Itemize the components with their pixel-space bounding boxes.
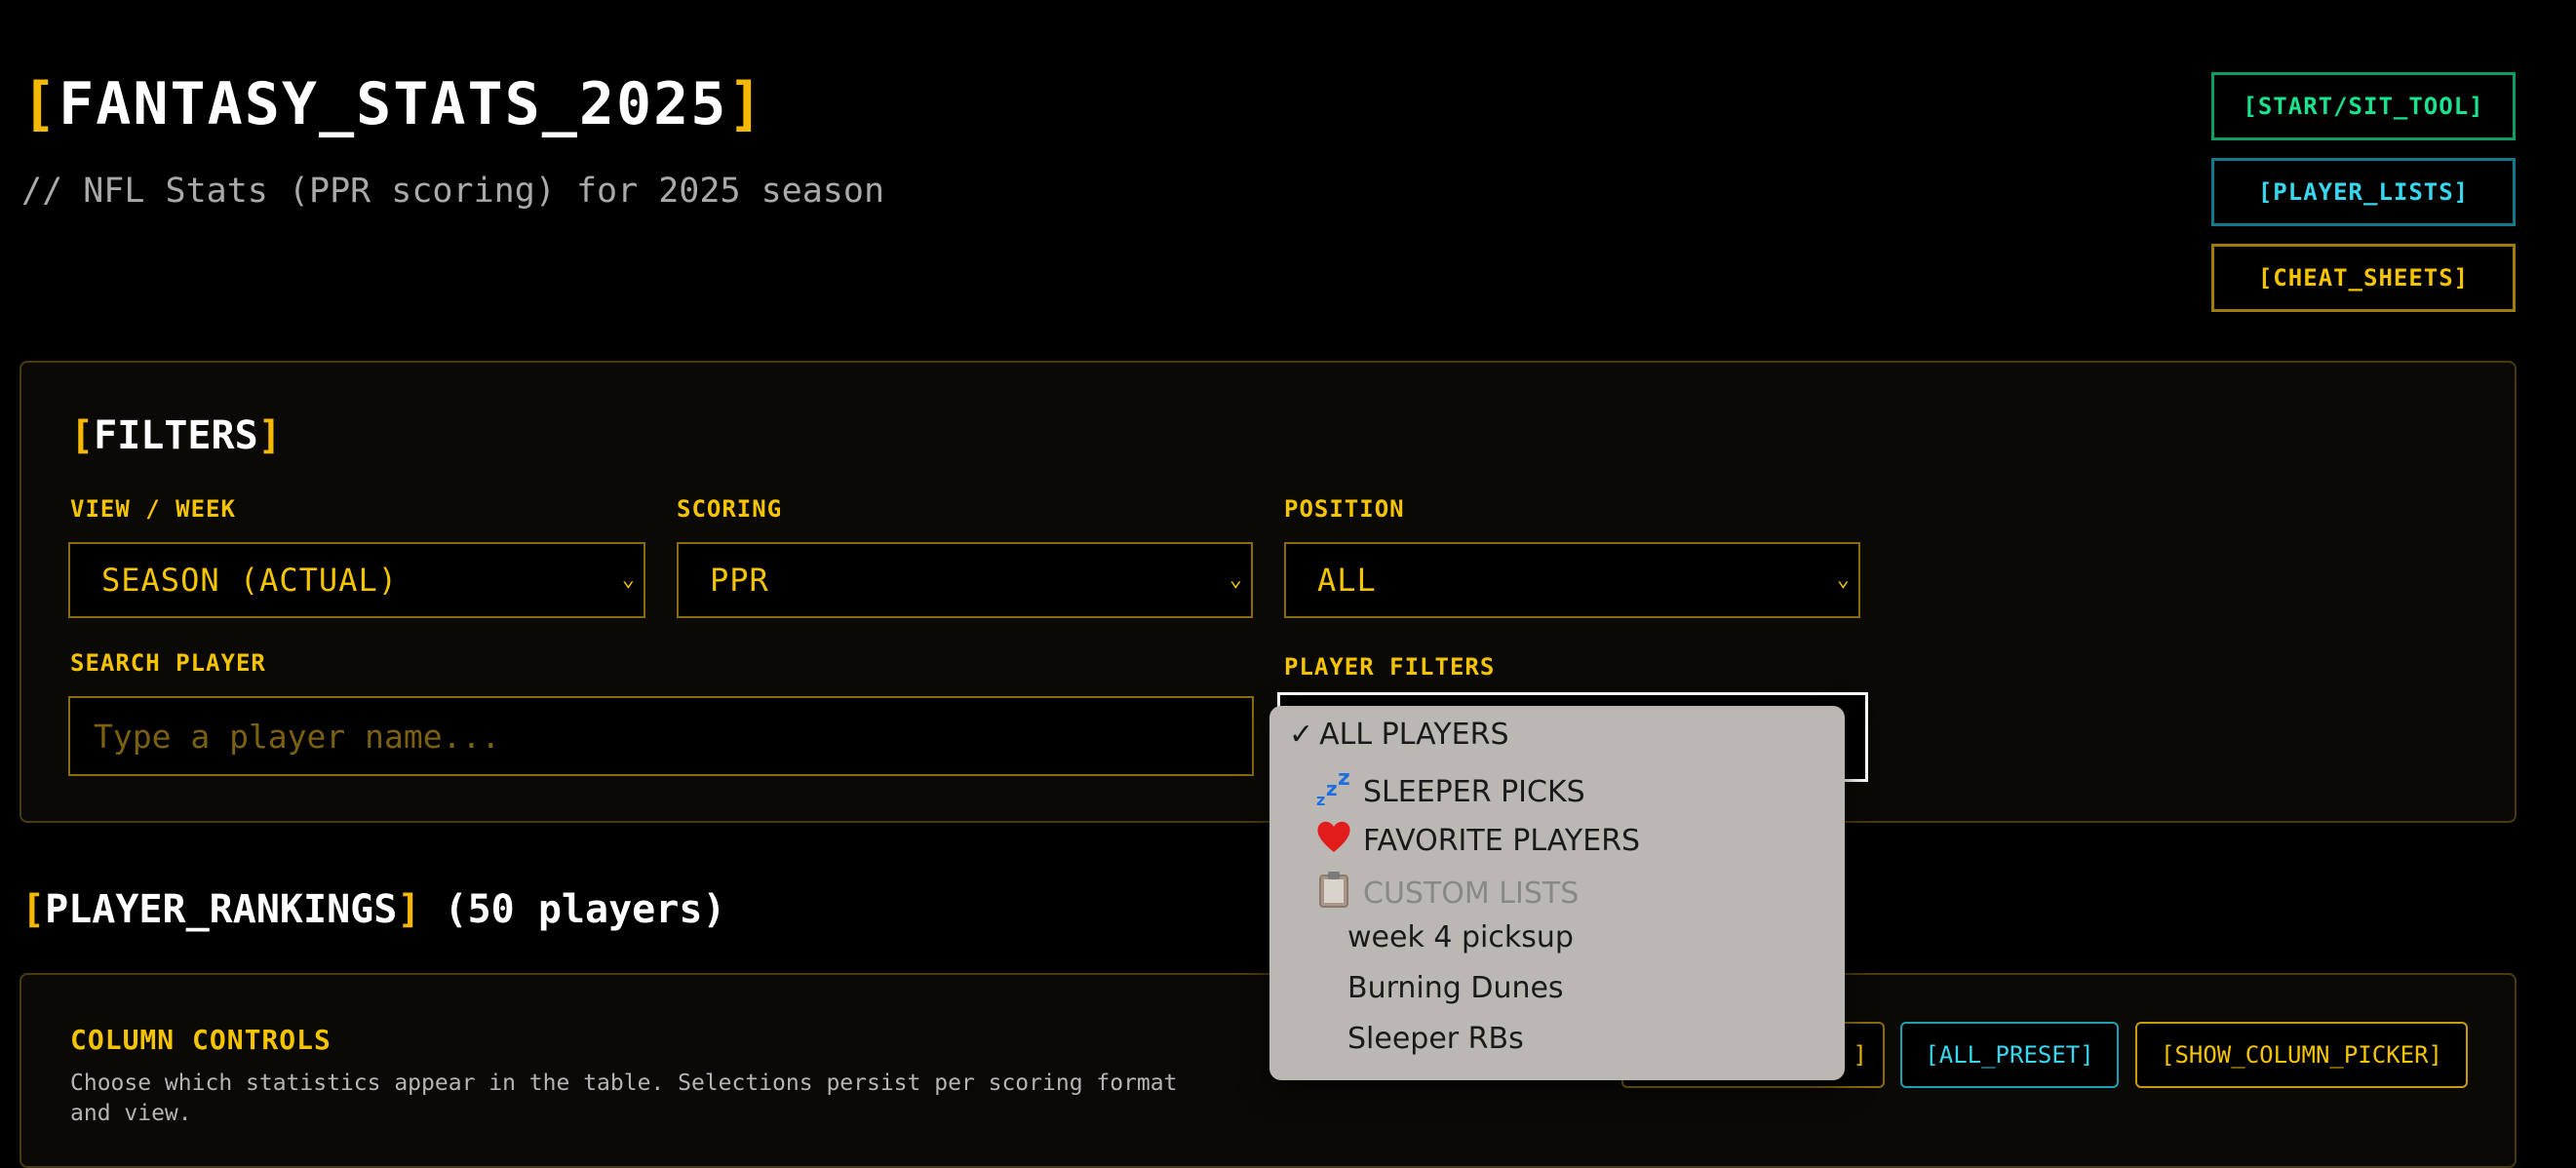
chevron-down-icon: ⌄ <box>621 567 636 592</box>
position-label: POSITION <box>1284 495 1405 523</box>
player-rankings-title: [PLAYER_RANKINGS] (50 players) <box>21 887 726 932</box>
view-week-label: VIEW / WEEK <box>70 495 236 523</box>
position-select[interactable]: ALL ⌄ <box>1284 542 1860 618</box>
search-player-input[interactable] <box>68 696 1254 776</box>
menu-item-custom-list[interactable]: Sleeper RBs <box>1347 1022 1524 1056</box>
show-column-picker-button[interactable]: [SHOW_COLUMN_PICKER] <box>2135 1022 2468 1088</box>
clipboard-icon <box>1312 870 1355 916</box>
player-filters-label: PLAYER FILTERS <box>1284 653 1496 681</box>
menu-item-custom-list[interactable]: week 4 picksup <box>1347 920 1574 954</box>
all-preset-button[interactable]: [ALL_PRESET] <box>1900 1022 2119 1088</box>
heart-icon <box>1312 819 1355 862</box>
filters-title: [FILTERS] <box>70 413 282 458</box>
column-controls-description: Choose which statistics appear in the ta… <box>70 1071 1178 1126</box>
chevron-down-icon: ⌄ <box>1229 567 1243 592</box>
search-player-label: SEARCH PLAYER <box>70 649 266 677</box>
view-week-select[interactable]: SEASON (ACTUAL) ⌄ <box>68 542 645 618</box>
position-value: ALL <box>1317 562 1377 599</box>
start-sit-tool-button[interactable]: [START/SIT_TOOL] <box>2211 72 2516 140</box>
svg-text:z: z <box>1326 777 1338 800</box>
menu-item-custom-lists-header: CUSTOM LISTS <box>1312 870 1579 916</box>
page-title: [FANTASY_STATS_2025] <box>21 70 765 138</box>
svg-text:z: z <box>1316 791 1325 807</box>
player-count: (50 players) <box>444 887 726 932</box>
view-week-value: SEASON (ACTUAL) <box>101 562 398 599</box>
player-lists-button[interactable]: [PLAYER_LISTS] <box>2211 158 2516 226</box>
page-subtitle: // NFL Stats (PPR scoring) for 2025 seas… <box>21 172 885 211</box>
svg-text:z: z <box>1338 768 1350 791</box>
checkmark-icon: ✓ <box>1289 718 1314 752</box>
chevron-down-icon: ⌄ <box>1836 567 1851 592</box>
player-filters-menu: ✓ ALL PLAYERS z z z SLEEPER PICKS FAVORI… <box>1269 706 1845 1080</box>
menu-item-custom-list[interactable]: Burning Dunes <box>1347 971 1564 1005</box>
menu-item-favorite-players[interactable]: FAVORITE PLAYERS <box>1312 819 1640 862</box>
menu-item-all-players[interactable]: ✓ ALL PLAYERS <box>1289 718 1508 752</box>
cheat-sheets-button[interactable]: [CHEAT_SHEETS] <box>2211 244 2516 312</box>
zzz-icon: z z z <box>1312 766 1355 815</box>
column-controls-title: COLUMN CONTROLS <box>70 1024 332 1056</box>
menu-item-sleeper-picks[interactable]: z z z SLEEPER PICKS <box>1312 766 1585 815</box>
scoring-select[interactable]: PPR ⌄ <box>677 542 1253 618</box>
scoring-label: SCORING <box>677 495 783 523</box>
scoring-value: PPR <box>710 562 769 599</box>
